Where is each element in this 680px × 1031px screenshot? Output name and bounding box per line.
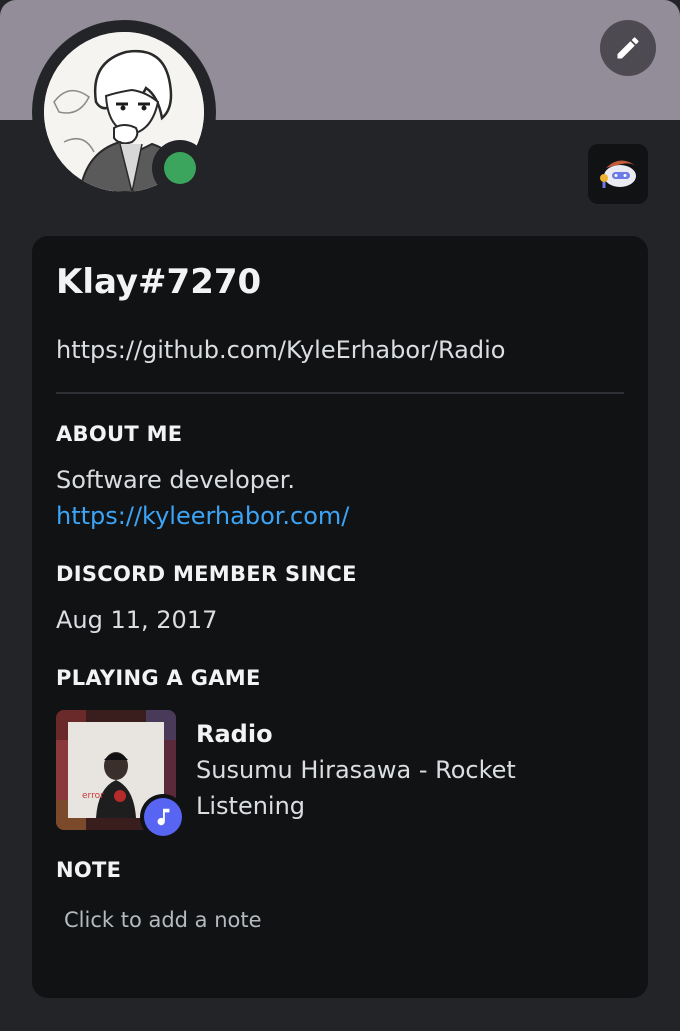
about-me-heading: ABOUT ME xyxy=(56,422,183,446)
online-status-icon xyxy=(164,152,196,184)
activity-name: Radio xyxy=(196,720,273,748)
pencil-icon xyxy=(617,37,639,59)
user-profile-popout: Klay#7270 https://github.com/KyleErhabor… xyxy=(0,0,680,1031)
profile-info-card: Klay#7270 https://github.com/KyleErhabor… xyxy=(32,236,648,998)
username[interactable]: Klay#7270 xyxy=(56,262,261,302)
nitro-badge[interactable] xyxy=(588,144,648,204)
activity-state: Listening xyxy=(196,792,306,820)
about-me-link[interactable]: https://kyleerhabor.com/ xyxy=(56,502,349,530)
music-note-icon xyxy=(157,808,170,826)
edit-profile-button[interactable] xyxy=(600,20,656,76)
note-input[interactable] xyxy=(56,900,624,940)
custom-status: https://github.com/KyleErhabor/Radio xyxy=(56,336,506,364)
member-since-date: Aug 11, 2017 xyxy=(56,606,218,634)
activity-details: Susumu Hirasawa - Rocket xyxy=(196,756,516,784)
album-text: error xyxy=(82,791,104,801)
divider xyxy=(56,392,624,394)
about-me-text: Software developer. xyxy=(56,466,296,494)
activity-heading: PLAYING A GAME xyxy=(56,666,261,690)
nitro-wumpus-icon xyxy=(600,160,636,188)
music-badge xyxy=(140,794,186,840)
note-heading: NOTE xyxy=(56,858,122,882)
member-since-heading: DISCORD MEMBER SINCE xyxy=(56,562,357,586)
